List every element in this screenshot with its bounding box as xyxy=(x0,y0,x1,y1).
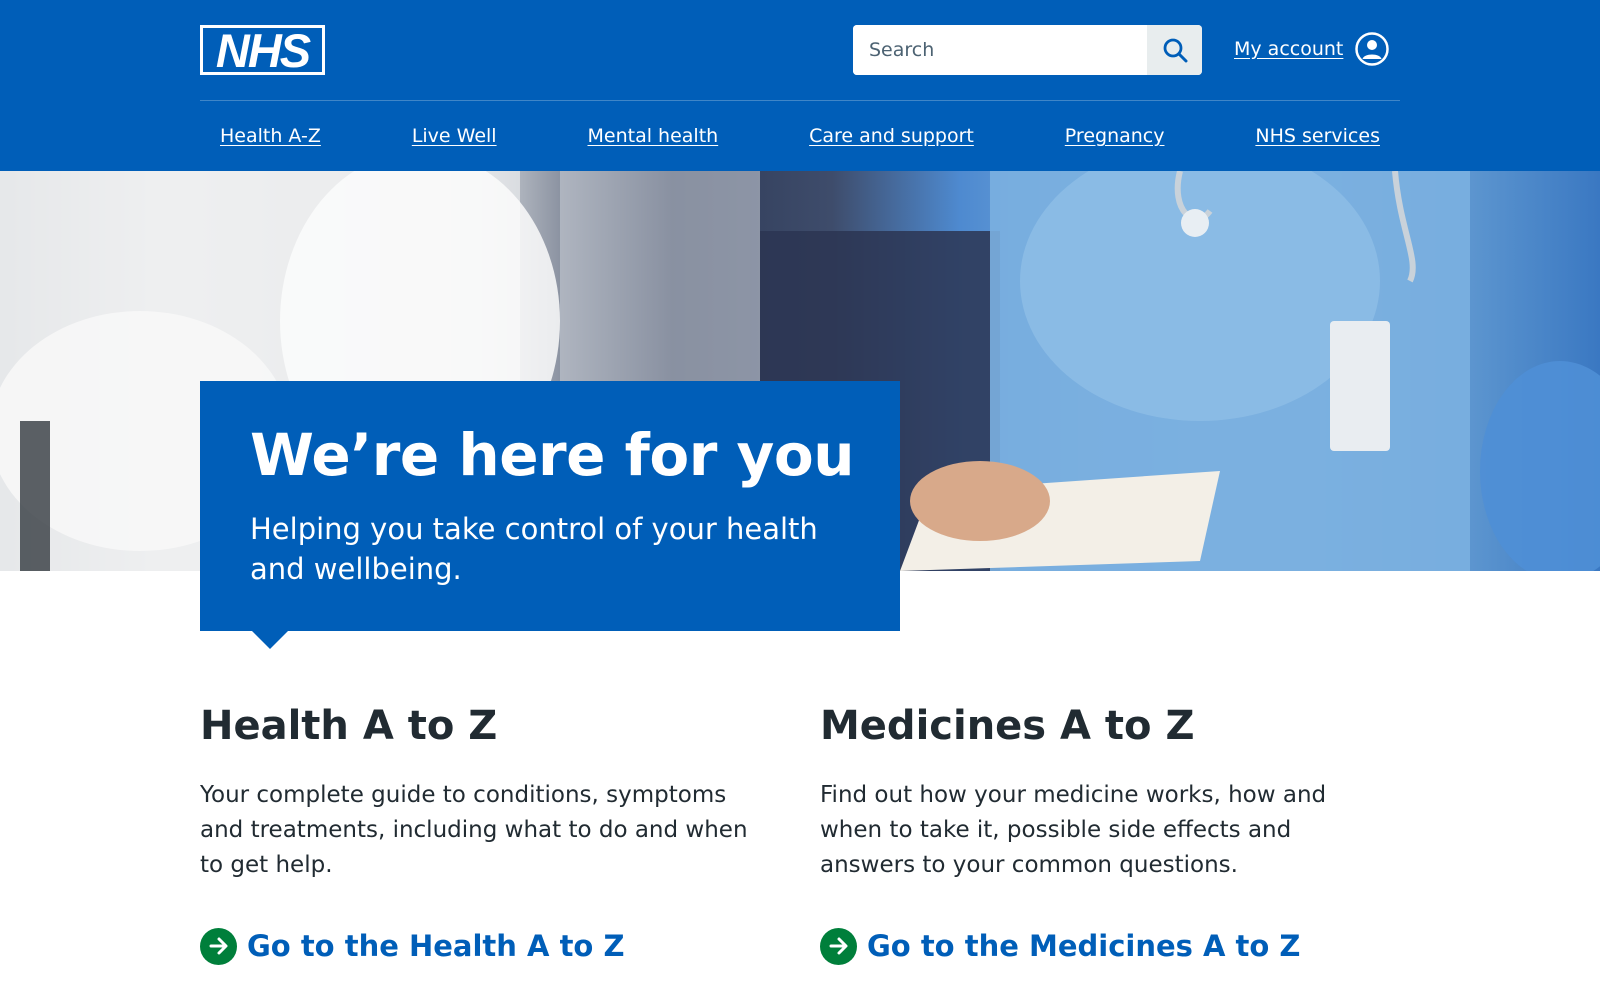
nav-item-health-a-z[interactable]: Health A-Z xyxy=(220,120,321,152)
health-a-z-description: Your complete guide to conditions, sympt… xyxy=(200,782,748,878)
nhs-logo[interactable]: NHS xyxy=(200,25,325,75)
health-a-z-heading: Health A to Z xyxy=(200,703,498,749)
user-circle-icon xyxy=(1355,32,1390,66)
header-divider xyxy=(200,100,1400,101)
site-header: NHS My account Health A-Z Live Well Ment… xyxy=(0,0,1600,171)
hero-card: We’re here for you Helping you take cont… xyxy=(200,381,900,649)
medicines-a-z-heading: Medicines A to Z xyxy=(820,703,1195,749)
go-to-medicines-a-z-link[interactable]: Go to the Medicines A to Z xyxy=(820,926,1300,966)
arrow-right-circle-icon xyxy=(820,927,857,965)
nav-item-pregnancy[interactable]: Pregnancy xyxy=(1065,120,1165,152)
nav-item-nhs-services[interactable]: NHS services xyxy=(1255,120,1380,152)
nav-item-mental-health[interactable]: Mental health xyxy=(588,120,719,152)
go-to-medicines-a-z-label: Go to the Medicines A to Z xyxy=(867,929,1301,963)
search-input[interactable] xyxy=(853,25,1143,75)
my-account-label: My account xyxy=(1234,38,1344,60)
hero-subtitle: Helping you take control of your health … xyxy=(250,512,818,586)
go-to-health-a-z-label: Go to the Health A to Z xyxy=(247,929,625,963)
hero-title: We’re here for you xyxy=(250,421,855,489)
medicines-a-z-section: Medicines A to Z Find out how your medic… xyxy=(820,700,1390,883)
primary-navigation: Health A-Z Live Well Mental health Care … xyxy=(200,120,1400,152)
logo-text: NHS xyxy=(215,23,311,77)
my-account-link[interactable]: My account xyxy=(1234,32,1390,66)
health-a-z-section: Health A to Z Your complete guide to con… xyxy=(200,700,770,883)
logo-box: NHS xyxy=(203,23,322,77)
medicines-a-z-description: Find out how your medicine works, how an… xyxy=(820,782,1327,878)
nav-item-care-and-support[interactable]: Care and support xyxy=(809,120,974,152)
search-icon xyxy=(1163,38,1187,63)
search-box xyxy=(853,25,1202,75)
arrow-right-circle-icon xyxy=(200,927,237,965)
search-button[interactable] xyxy=(1147,25,1202,75)
nav-item-live-well[interactable]: Live Well xyxy=(412,120,497,152)
go-to-health-a-z-link[interactable]: Go to the Health A to Z xyxy=(200,926,624,966)
